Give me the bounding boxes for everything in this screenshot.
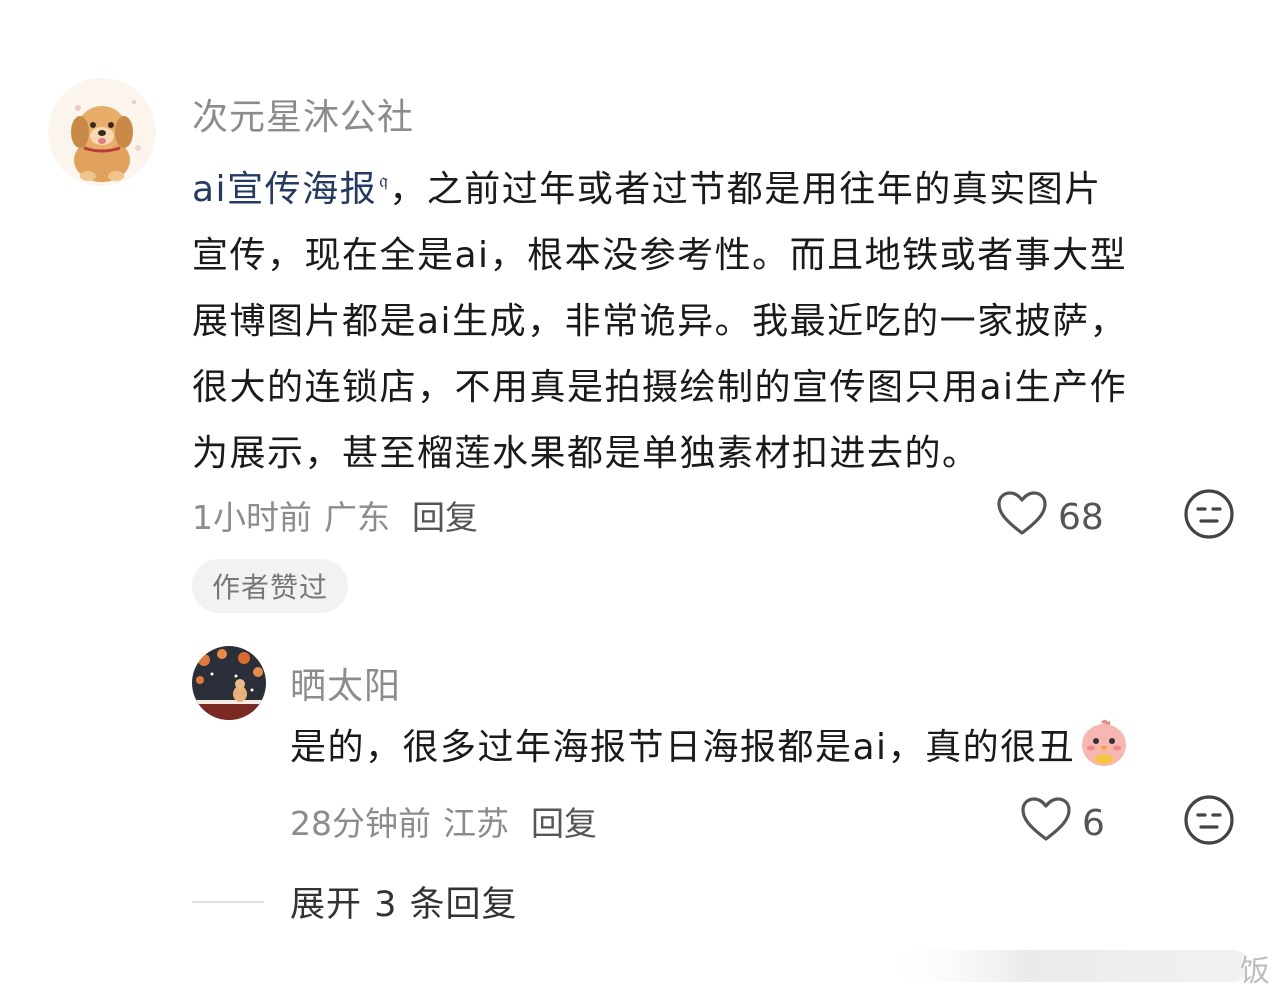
author-liked-badge: 作者赞过 xyxy=(192,559,348,613)
reply-location: 江苏 xyxy=(443,804,509,843)
commenter-name[interactable]: 次元星沐公社 xyxy=(192,88,414,140)
reply-author-name[interactable]: 晒太阳 xyxy=(290,657,401,709)
comment-time: 1小时前 xyxy=(192,498,312,537)
comment-line-4: 很大的连锁店，不用真是拍摄绘制的宣传图只用ai生产作 xyxy=(192,367,1128,408)
comment-line-1: ai宣传海报 𝔮，之前过年或者过节都是用往年的真实图片 xyxy=(192,147,1127,223)
chick-emoji-icon xyxy=(1077,715,1131,791)
reply-like-button[interactable]: 6 xyxy=(1020,796,1105,851)
comment-reaction-button[interactable] xyxy=(1183,488,1235,544)
expand-replies-label[interactable]: 展开 3 条回复 xyxy=(290,876,518,927)
expand-divider xyxy=(192,900,264,903)
comment-like-count: 68 xyxy=(1058,497,1104,538)
watermark: 饭 xyxy=(872,940,1284,993)
reply-body: 是的，很多过年海报节日海报都是ai，真的很丑 xyxy=(290,715,1131,791)
comment-like-button[interactable]: 68 xyxy=(996,490,1104,545)
search-link-text[interactable]: ai宣传海报 xyxy=(192,169,377,210)
comment-location: 广东 xyxy=(324,498,390,537)
reply-meta: 28分钟前 江苏 回复 xyxy=(290,797,597,845)
comment-meta: 1小时前 广东 回复 xyxy=(192,491,478,539)
neutral-face-emoji-icon xyxy=(1184,489,1234,539)
search-icon[interactable]: 𝔮 xyxy=(379,168,389,192)
comment-line-1-text: ，之前过年或者过节都是用往年的真实图片 xyxy=(389,169,1102,210)
heart-outline-icon xyxy=(996,490,1048,545)
comment-line-3: 展博图片都是ai生成，非常诡异。我最近吃的一家披萨， xyxy=(192,301,1128,342)
reply-reply-button[interactable]: 回复 xyxy=(531,804,597,843)
comment-line-2: 宣传，现在全是ai，根本没参考性。而且地铁或者事大型 xyxy=(192,235,1128,276)
neutral-face-emoji-icon xyxy=(1184,795,1234,845)
comment-line-5: 为展示，甚至榴莲水果都是单独素材扣进去的。 xyxy=(192,433,980,474)
watermark-text: 饭 xyxy=(1240,954,1270,989)
heart-outline-icon xyxy=(1020,796,1072,851)
reply-line: 是的，很多过年海报节日海报都是ai，真的很丑 xyxy=(290,715,1131,791)
comment-reply-button[interactable]: 回复 xyxy=(412,498,478,537)
comment-body: ai宣传海报 𝔮，之前过年或者过节都是用往年的真实图片 宣传，现在全是ai，根本没… xyxy=(192,147,1127,487)
reply-avatar[interactable] xyxy=(192,646,266,720)
reply-time: 28分钟前 xyxy=(290,804,431,843)
reply-like-count: 6 xyxy=(1082,803,1105,844)
search-link[interactable]: ai宣传海报 𝔮 xyxy=(192,168,389,210)
reply-text: 是的，很多过年海报节日海报都是ai，真的很丑 xyxy=(290,727,1076,768)
expand-replies[interactable]: 展开 3 条回复 xyxy=(192,876,518,927)
commenter-avatar[interactable] xyxy=(48,78,156,186)
reply-reaction-button[interactable] xyxy=(1183,794,1235,850)
